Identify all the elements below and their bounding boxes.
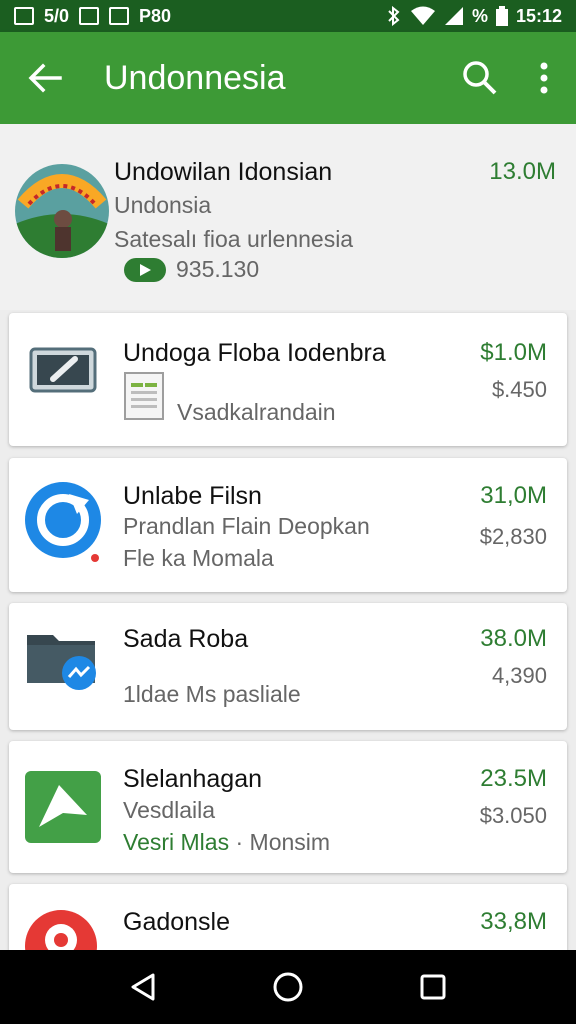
status-left-text: 5/0 bbox=[44, 5, 70, 26]
more-vert-icon bbox=[540, 62, 548, 94]
app-title: Unlabe Filsn bbox=[123, 482, 262, 510]
app-meta: Vesri Mlas · Monsim bbox=[123, 829, 330, 856]
app-size: $1.0M bbox=[480, 339, 547, 366]
document-icon bbox=[123, 371, 167, 428]
app-price: $.450 bbox=[491, 377, 547, 402]
nav-recents-button[interactable] bbox=[403, 957, 463, 1017]
clock: 15:12 bbox=[515, 5, 562, 26]
app-list: Undowilan Idonsian Undonsia Satesalı fio… bbox=[0, 124, 576, 950]
app-subtitle: Prandlan Flain Deopkan bbox=[123, 513, 370, 539]
message-notification-icon bbox=[109, 7, 130, 25]
app-description: 1ldae Ms pasliale bbox=[123, 681, 301, 707]
featured-play-count: 935.130 bbox=[124, 256, 259, 283]
app-title: Gadonsle bbox=[123, 908, 231, 936]
page-title: Undonnesia bbox=[104, 58, 286, 97]
featured-app-row[interactable]: Undowilan Idonsian Undonsia Satesalı fio… bbox=[0, 124, 576, 310]
app-toolbar: Undonnesia bbox=[0, 32, 576, 124]
system-nav-bar bbox=[0, 950, 576, 1024]
app-meta-extra: · Monsim bbox=[235, 829, 331, 855]
keyboard-icon bbox=[23, 341, 105, 406]
app-title: Sada Roba bbox=[123, 625, 249, 653]
send-icon bbox=[23, 769, 103, 850]
app-size: 23.5M bbox=[480, 765, 547, 792]
app-size: 38.0M bbox=[480, 625, 547, 652]
list-item[interactable]: Unlabe Filsn Prandlan Flain Deopkan Fle … bbox=[9, 458, 567, 592]
notification-icon bbox=[14, 7, 34, 25]
app-size: 31,0M bbox=[480, 482, 547, 509]
nav-recents-icon bbox=[420, 974, 446, 1000]
list-item[interactable]: Slelanhagan Vesdlaila Vesri Mlas · Monsi… bbox=[9, 741, 567, 873]
signal-icon bbox=[444, 7, 463, 25]
nav-home-icon bbox=[273, 972, 303, 1002]
bluetooth-icon bbox=[388, 6, 400, 26]
nav-back-button[interactable] bbox=[113, 957, 173, 1017]
app-title: Slelanhagan bbox=[123, 765, 263, 793]
featured-app-title: Undowilan Idonsian bbox=[114, 158, 333, 186]
featured-app-subtitle: Undonsia bbox=[114, 192, 212, 218]
sync-icon bbox=[23, 480, 109, 571]
wifi-icon bbox=[410, 6, 435, 25]
status-bar: 5/0 P80 % 15:12 bbox=[0, 0, 576, 32]
app-description: Vsadkalrandain bbox=[177, 399, 336, 425]
app-price: 4,390 bbox=[491, 663, 547, 688]
nav-back-icon bbox=[131, 973, 155, 1001]
app-version: Vesri Mlas bbox=[123, 829, 230, 855]
featured-app-size: 13.0M bbox=[489, 158, 556, 185]
featured-app-avatar bbox=[15, 164, 109, 258]
app-notification-icon bbox=[79, 7, 100, 25]
featured-app-description: Satesalı fioa urlennesia bbox=[114, 226, 354, 252]
list-item[interactable]: Gadonsle 33,8M bbox=[9, 884, 567, 950]
app-price: $2,830 bbox=[479, 524, 547, 549]
back-button[interactable] bbox=[0, 32, 90, 124]
app-description: Fle ka Momala bbox=[123, 545, 274, 571]
play-icon bbox=[124, 257, 166, 282]
app-title: Undoga Floba Iodenbra bbox=[123, 339, 386, 367]
app-subtitle: Vesdlaila bbox=[123, 797, 216, 823]
carrier-text: P80 bbox=[139, 5, 172, 26]
more-options-button[interactable] bbox=[512, 32, 576, 124]
arrow-back-icon bbox=[28, 63, 62, 93]
list-item[interactable]: Undoga Floba Iodenbra Vsadkalrandain $1.… bbox=[9, 313, 567, 446]
app-price: $3.050 bbox=[479, 803, 547, 828]
list-item[interactable]: Sada Roba 1ldae Ms pasliale 38.0M 4,390 bbox=[9, 603, 567, 730]
search-button[interactable] bbox=[448, 32, 512, 124]
nav-home-button[interactable] bbox=[258, 957, 318, 1017]
location-pin-icon bbox=[23, 906, 105, 950]
battery-percent: % bbox=[471, 5, 488, 26]
battery-icon bbox=[495, 6, 508, 26]
app-size: 33,8M bbox=[480, 908, 547, 935]
search-icon bbox=[463, 61, 497, 95]
folder-chat-icon bbox=[23, 625, 109, 702]
play-count-text: 935.130 bbox=[176, 256, 260, 282]
